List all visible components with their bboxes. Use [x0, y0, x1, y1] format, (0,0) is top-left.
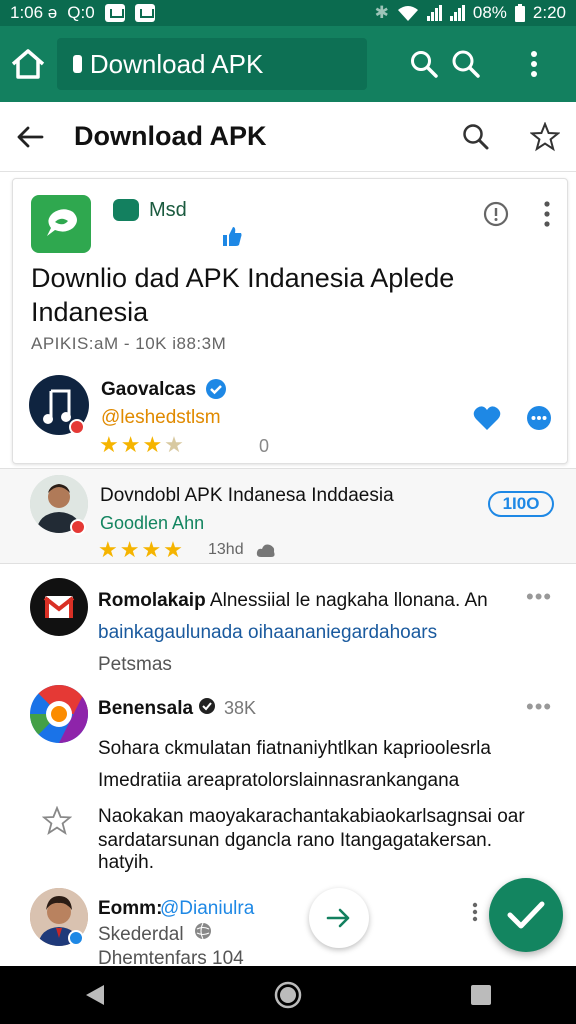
nav-home-icon[interactable] — [274, 981, 302, 1009]
status-badge[interactable]: 1I0O — [488, 491, 554, 517]
live-badge — [69, 419, 85, 435]
colorful-chat-icon — [30, 685, 88, 743]
confirm-fab-button[interactable] — [489, 878, 563, 952]
comment-icon[interactable] — [525, 405, 553, 431]
more-vert-icon[interactable] — [543, 201, 551, 227]
signal-icon-2 — [449, 5, 465, 21]
live-badge — [70, 519, 86, 535]
status-text-2: Q:0 — [67, 3, 95, 22]
more-horiz-icon[interactable]: ••• — [526, 694, 552, 720]
cloud-icon — [256, 544, 275, 557]
featured-item[interactable]: Dovndobl APK Indanesa Inddaesia Goodlen … — [0, 468, 576, 564]
globe-icon — [195, 922, 211, 940]
verified-icon — [206, 379, 226, 399]
card-meta-label: Msd — [149, 199, 187, 221]
bluetooth-icon: ✱ — [374, 3, 389, 22]
overflow-menu-button[interactable] — [512, 42, 556, 86]
list-item-name: Eomm: — [98, 898, 163, 919]
heart-icon[interactable] — [473, 405, 501, 431]
list-item-title: Romolakaip Alnessiial le nagkaha llonana… — [98, 590, 488, 612]
post-body-line-4: sardatarsunan dgancla rano Itangagataker… — [98, 830, 492, 851]
list-item-title-rest: Alnessiial le nagkaha llonana. An — [205, 590, 488, 611]
system-nav-bar — [0, 966, 576, 1024]
omnibox-text: Download APK — [89, 48, 264, 79]
search-button[interactable] — [405, 42, 444, 86]
home-icon — [12, 49, 45, 79]
rating-stars: ★★★★ — [99, 432, 186, 457]
list-item-sub: Skederdal — [98, 924, 184, 945]
info-icon[interactable] — [483, 201, 509, 227]
app-icon — [31, 195, 91, 253]
app-bar: Download APK — [0, 26, 576, 102]
featured-subtitle: Goodlen Ahn — [100, 513, 205, 533]
verified-icon — [199, 698, 215, 714]
search-icon — [411, 51, 439, 78]
status-bar: 1:06 ə Q:0 ✱ 08% 2:20 — [0, 0, 576, 26]
chat-icon — [113, 199, 139, 221]
featured-rating-stars: ★★★★ — [98, 537, 185, 562]
notification-icon — [134, 4, 155, 22]
list-item-handle[interactable]: @Dianiulra — [160, 898, 254, 920]
star-outline-icon[interactable] — [42, 806, 72, 836]
home-button[interactable] — [0, 26, 57, 102]
gmail-avatar[interactable] — [30, 578, 88, 636]
signal-icon — [426, 5, 442, 21]
search-icon — [452, 50, 480, 78]
list-item-footer: Petsmas — [98, 654, 172, 675]
post-body-line-2: Imedratiia areapratolorslainnasrankangan… — [98, 770, 460, 791]
status-clock-left: 1:06 ə — [10, 3, 58, 22]
battery-icon — [514, 4, 525, 22]
nav-back-icon[interactable] — [84, 983, 106, 1007]
featured-rating-meta: 13hd — [208, 541, 244, 558]
badge-dot — [68, 930, 84, 946]
post-body-line-5: hatyih. — [98, 852, 154, 873]
app-card[interactable]: Msd Downlio dad APK Indanesia Aplede Ind… — [12, 178, 568, 464]
more-vert-icon — [531, 51, 537, 77]
check-icon — [507, 901, 545, 929]
mail-icon — [104, 4, 125, 22]
star-outline-icon[interactable] — [530, 121, 560, 152]
post-body-line-3: Naokakan maoyakarachantakabiaokarlsagnsa… — [98, 806, 525, 827]
search-icon[interactable] — [462, 123, 490, 151]
app-avatar[interactable] — [30, 685, 88, 743]
card-subtitle: APIKIS:aM - 10K i88:3M — [31, 334, 227, 353]
send-icon — [326, 908, 350, 928]
app-logo-icon — [47, 209, 77, 236]
more-horiz-icon[interactable]: ••• — [526, 584, 552, 610]
nav-recents-icon[interactable] — [470, 984, 492, 1006]
wifi-icon — [397, 6, 418, 21]
list-item-link[interactable]: bainkagaulunada oihaananiegardahoars — [98, 622, 437, 644]
list-item-name: Romolakaip — [98, 590, 206, 611]
back-arrow-icon[interactable] — [16, 125, 44, 149]
send-button[interactable] — [309, 888, 369, 948]
list-item-count: 38K — [224, 698, 257, 718]
list-item-name: Benensala — [98, 698, 194, 719]
author-name: Gaovalcas — [101, 379, 197, 400]
featured-title: Dovndobl APK Indanesa Inddaesia — [100, 485, 394, 506]
status-time: 2:20 — [532, 3, 566, 22]
toolbar: Download APK — [0, 102, 576, 172]
search-button-2[interactable] — [444, 42, 488, 86]
page-title: Download APK — [74, 121, 267, 151]
rating-count: 0 — [259, 436, 270, 456]
more-vert-icon[interactable] — [472, 902, 478, 922]
gmail-icon — [43, 596, 75, 618]
lock-icon — [72, 55, 82, 73]
post-body-line-1: Sohara ckmulatan fiatnaniyhtlkan kaprioo… — [98, 738, 491, 759]
author-handle: @leshedstlsm — [101, 407, 221, 428]
battery-level: 08% — [472, 3, 507, 22]
omnibox[interactable]: Download APK — [56, 38, 367, 90]
card-title: Downlio dad APK Indanesia Aplede Indanes… — [31, 263, 455, 327]
thumbs-up-icon — [223, 227, 242, 246]
